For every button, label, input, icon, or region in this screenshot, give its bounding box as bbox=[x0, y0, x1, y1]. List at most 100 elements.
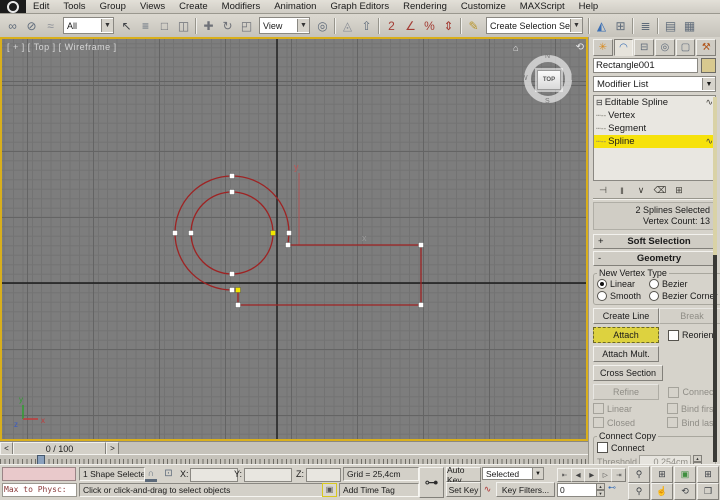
spline-vertex[interactable] bbox=[419, 243, 424, 248]
rollout-soft-selection[interactable]: + Soft Selection bbox=[593, 234, 716, 249]
zoom-all-button[interactable]: ⊞ bbox=[651, 466, 673, 483]
window-toggle-icon[interactable]: ▣ bbox=[322, 483, 337, 497]
pan-button[interactable]: ☝ bbox=[651, 483, 673, 500]
spline-vertex[interactable] bbox=[287, 231, 292, 236]
orbit-button[interactable]: ⟲ bbox=[674, 483, 696, 500]
zoom-extents-button[interactable]: ▣ bbox=[674, 466, 696, 483]
bezier-corner-radio[interactable]: Bezier Corner bbox=[649, 291, 718, 301]
maxscript-mini-listener-input[interactable] bbox=[2, 467, 76, 481]
viewport-general-menu[interactable]: [ + ] bbox=[7, 42, 25, 52]
menu-help[interactable]: Help bbox=[572, 0, 606, 13]
closed-checkbox[interactable]: Closed bbox=[593, 417, 635, 428]
select-and-move-icon[interactable]: ✚ bbox=[199, 16, 218, 35]
absolute-offset-mode-icon[interactable]: ⊡ bbox=[162, 468, 175, 479]
attach-button[interactable]: Attach bbox=[593, 327, 659, 343]
use-pivot-point-center-icon[interactable]: ◎ bbox=[313, 16, 332, 35]
object-name-field[interactable]: Rectangle001 bbox=[593, 58, 698, 73]
smooth-radio[interactable]: Smooth bbox=[597, 291, 649, 301]
tab-utilities[interactable]: ⚒ bbox=[696, 39, 716, 56]
frame-spinner[interactable]: ▲▼ bbox=[596, 483, 605, 497]
percent-snap-toggle-icon[interactable]: % bbox=[420, 16, 439, 35]
maximize-viewport-button[interactable]: ❒ bbox=[697, 483, 719, 500]
align-icon[interactable]: ⊞ bbox=[611, 16, 630, 35]
tab-create[interactable]: ✳ bbox=[593, 39, 613, 56]
create-line-button[interactable]: Create Line bbox=[593, 308, 659, 324]
unlink-selection-icon[interactable]: ⊘ bbox=[22, 16, 41, 35]
bind-to-space-warp-icon[interactable]: ≈ bbox=[41, 16, 60, 35]
bezier-radio[interactable]: Bezier bbox=[649, 279, 718, 289]
zoom-region-button[interactable]: ⚲ bbox=[628, 483, 650, 500]
reorient-checkbox[interactable]: Reorient bbox=[668, 330, 716, 341]
threshold-spinner[interactable]: ▲▼ bbox=[693, 455, 702, 464]
z-coord-field[interactable] bbox=[306, 468, 341, 482]
menu-animation[interactable]: Animation bbox=[267, 0, 323, 13]
rectangular-selection-region-icon[interactable]: □ bbox=[155, 16, 174, 35]
window-crossing-toggle-icon[interactable]: ◫ bbox=[174, 16, 193, 35]
current-frame-field[interactable]: 0 bbox=[557, 483, 598, 497]
scrollbar-thumb[interactable] bbox=[713, 97, 717, 255]
select-and-rotate-icon[interactable]: ↻ bbox=[218, 16, 237, 35]
viewcube[interactable]: ⌂ ⟲ N S W E TOP bbox=[520, 51, 576, 107]
select-and-scale-icon[interactable]: ◰ bbox=[237, 16, 256, 35]
mirror-icon[interactable]: ◭ bbox=[592, 16, 611, 35]
modifier-list-dropdown[interactable]: Modifier List ▼ bbox=[593, 76, 716, 92]
refine-button[interactable]: Refine bbox=[593, 384, 659, 400]
cross-section-button[interactable]: Cross Section bbox=[593, 365, 663, 381]
tab-hierarchy[interactable]: ⊟ bbox=[634, 39, 654, 56]
inner-circle-spline[interactable] bbox=[191, 192, 273, 274]
linear-checkbox[interactable]: Linear bbox=[593, 403, 632, 414]
viewcube-rotate-icon[interactable]: ⟲ bbox=[576, 42, 584, 53]
key-filters-button[interactable]: Key Filters... bbox=[496, 482, 555, 497]
viewcube-top-face[interactable]: TOP bbox=[537, 70, 561, 90]
connect-checkbox[interactable]: Connect bbox=[668, 387, 716, 398]
x-coord-field[interactable] bbox=[190, 468, 238, 482]
viewcube-home-icon[interactable]: ⌂ bbox=[513, 43, 518, 53]
outer-arc-rectangle-spline[interactable] bbox=[175, 176, 421, 305]
tab-motion[interactable]: ◎ bbox=[655, 39, 675, 56]
spline-vertex[interactable] bbox=[236, 303, 241, 308]
viewcube-west-label[interactable]: W bbox=[521, 75, 528, 82]
auto-key-button[interactable]: Auto Key bbox=[446, 467, 481, 482]
selection-filter-dropdown[interactable]: All▼ bbox=[63, 17, 114, 34]
menu-maxscript[interactable]: MAXScript bbox=[513, 0, 572, 13]
key-mode-dropdown[interactable]: Selected ▼ bbox=[482, 467, 544, 480]
make-unique-button[interactable]: ∨ bbox=[633, 184, 649, 197]
viewcube-south-label[interactable]: S bbox=[545, 98, 550, 105]
edit-named-selection-sets-icon[interactable]: ✎ bbox=[464, 16, 483, 35]
tab-display[interactable]: ▢ bbox=[676, 39, 696, 56]
set-key-button[interactable]: Set Key bbox=[446, 482, 481, 497]
stack-row-vertex[interactable]: ┄--Vertex bbox=[594, 109, 715, 122]
menu-edit[interactable]: Edit bbox=[26, 0, 56, 13]
spline-vertex[interactable] bbox=[286, 243, 291, 248]
spline-vertex[interactable] bbox=[230, 272, 235, 277]
spline-vertex[interactable] bbox=[173, 231, 178, 236]
remove-modifier-button[interactable]: ⌫ bbox=[652, 184, 668, 197]
material-editor-icon[interactable]: ▤ bbox=[661, 16, 680, 35]
maxscript-mini-listener-output[interactable]: Max to Physc: bbox=[2, 483, 77, 497]
stack-row-spline[interactable]: ┄--Spline∿ bbox=[594, 135, 715, 148]
go-to-end-button[interactable]: ⇥ bbox=[611, 468, 626, 482]
bind-first-checkbox[interactable]: Bind first bbox=[667, 403, 716, 414]
expand-icon[interactable]: ⊟ bbox=[596, 98, 603, 107]
tab-modify[interactable]: ◠ bbox=[614, 39, 634, 56]
select-and-manipulate-icon[interactable]: ◬ bbox=[338, 16, 357, 35]
viewport-pov-menu[interactable]: [ Top ] bbox=[28, 42, 56, 52]
menu-rendering[interactable]: Rendering bbox=[396, 0, 454, 13]
viewport-top-canvas[interactable]: yxyxz [ + ][ Top ][ Wireframe ] ⌂ ⟲ N S … bbox=[2, 39, 586, 439]
y-coord-field[interactable] bbox=[244, 468, 292, 482]
application-menu-button[interactable] bbox=[0, 0, 26, 13]
spinner-snap-toggle-icon[interactable]: ⇕ bbox=[439, 16, 458, 35]
set-keys-button[interactable]: ⊶ bbox=[419, 467, 444, 498]
spline-vertex[interactable] bbox=[419, 303, 424, 308]
render-setup-icon[interactable]: ▦ bbox=[680, 16, 699, 35]
selection-lock-icon[interactable]: ∩ bbox=[145, 468, 157, 482]
select-by-name-icon[interactable]: ≡ bbox=[136, 16, 155, 35]
zoom-extents-all-button[interactable]: ⊞ bbox=[697, 466, 719, 483]
select-and-link-icon[interactable]: ∞ bbox=[3, 16, 22, 35]
spline-vertex[interactable] bbox=[230, 174, 235, 179]
spline-first-vertex[interactable] bbox=[236, 288, 241, 293]
spline-vertex[interactable] bbox=[189, 231, 194, 236]
menu-customize[interactable]: Customize bbox=[454, 0, 513, 13]
menu-create[interactable]: Create bbox=[172, 0, 215, 13]
named-selection-sets-dropdown[interactable]: Create Selection Se▼ bbox=[486, 17, 583, 34]
